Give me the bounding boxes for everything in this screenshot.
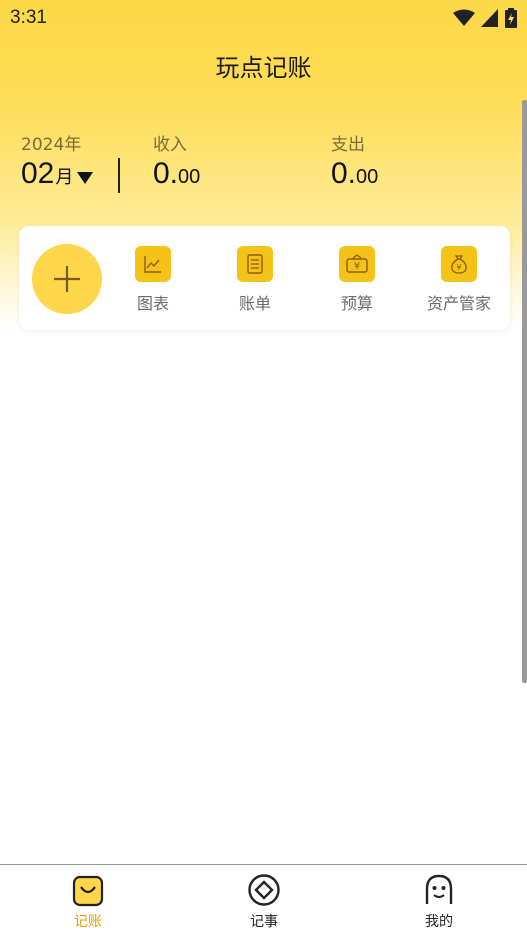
shortcut-label: 资产管家 [426,294,491,313]
diamond-circle-icon [247,873,281,907]
battery-icon [505,8,517,28]
month-selector[interactable]: 02 月 [21,157,94,190]
bottom-tab-bar: 记账 记事 我的 [0,864,527,938]
shortcut-label: 图表 [136,294,169,313]
month-value: 02 [21,157,55,190]
expense-label: 支出 [331,135,365,155]
shortcut-label: 账单 [238,294,271,313]
page-title: 玩点记账 [215,54,312,82]
money-bag-icon: ¥ [441,246,477,282]
shortcut-assets[interactable]: ¥ 资产管家 [414,246,504,314]
income-label: 收入 [153,135,187,155]
scrollbar[interactable] [522,100,527,683]
shortcut-label: 预算 [340,294,373,313]
caret-down-icon [77,172,94,184]
face-icon [422,873,456,907]
signal-icon [481,9,498,27]
svg-text:¥: ¥ [456,263,461,272]
expense-dec: 00 [356,166,379,188]
income-value: 0. 00 [153,158,200,190]
bill-icon [237,246,273,282]
budget-icon: ¥ [339,246,375,282]
shortcut-chart[interactable]: 图表 [108,246,198,314]
bag-icon [71,873,105,907]
tab-mine[interactable]: 我的 [394,873,484,931]
income-int: 0. [153,157,179,190]
expense-value: 0. 00 [331,158,378,190]
shortcut-bill[interactable]: 账单 [210,246,300,314]
tab-bookkeeping[interactable]: 记账 [43,873,133,931]
tab-label: 我的 [425,914,453,930]
expense-int: 0. [331,157,357,190]
year-label: 2024年 [21,135,82,155]
month-unit: 月 [55,167,74,188]
chart-icon [135,246,171,282]
svg-text:¥: ¥ [354,261,360,272]
summary-divider [118,158,120,193]
plus-icon [54,266,80,292]
shortcut-budget[interactable]: ¥ 预算 [312,246,402,314]
shortcut-card: 图表 账单 ¥ 预算 ¥ 资产管家 [19,226,510,330]
add-record-button[interactable] [32,244,102,314]
status-icons [453,8,517,28]
status-bar: 3:31 [0,0,527,36]
wifi-icon [453,9,475,26]
summary-panel: 2024年 02 月 收入 0. 00 支出 0. 00 [0,128,527,198]
tab-label: 记账 [74,914,102,930]
tab-label: 记事 [250,914,278,930]
tab-notes[interactable]: 记事 [219,873,309,931]
income-dec: 00 [178,166,201,188]
status-time: 3:31 [10,7,47,28]
